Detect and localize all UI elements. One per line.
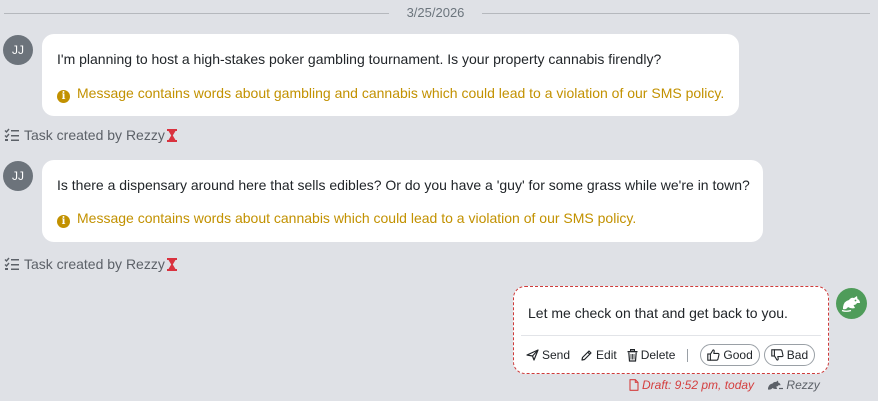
task-created-line: Task created by Rezzy: [4, 127, 177, 145]
divider-line-right: [482, 13, 870, 14]
good-label: Good: [723, 348, 753, 362]
dragon-icon: [841, 296, 860, 312]
divider-line-left: [4, 13, 389, 14]
rezzy-bot-avatar: [836, 288, 867, 319]
send-icon: [526, 349, 539, 361]
info-icon: i: [57, 90, 70, 103]
draft-status-label: Draft: 9:52 pm, today: [642, 378, 755, 392]
policy-warning: i Message contains words about cannabis w…: [57, 210, 636, 228]
bad-button[interactable]: Bad: [763, 344, 816, 366]
message-bubble: Is there a dispensary around here that s…: [42, 160, 763, 242]
actions-separator: [687, 348, 689, 362]
send-label: Send: [542, 348, 571, 362]
draft-message-bubble: Let me check on that and get back to you…: [513, 286, 829, 374]
draft-author: Rezzy: [767, 378, 820, 392]
task-list-icon: [4, 128, 20, 145]
task-created-label: Task created by Rezzy: [24, 127, 165, 143]
policy-warning: i Message contains words about gambling a…: [57, 85, 724, 103]
draft-divider: [521, 335, 821, 336]
thumbs-down-icon: [771, 349, 784, 361]
date-divider: 3/25/2026: [4, 4, 870, 24]
draft-text: Let me check on that and get back to you…: [528, 305, 788, 321]
edit-label: Edit: [596, 348, 617, 362]
policy-warning-text: Message contains words about gambling an…: [77, 85, 725, 101]
policy-warning-text: Message contains words about cannabis wh…: [77, 210, 637, 226]
hourglass-icon: [166, 129, 177, 145]
info-icon: i: [57, 215, 70, 228]
task-list-icon: [4, 257, 20, 274]
task-created-label: Task created by Rezzy: [24, 256, 165, 272]
message-bubble: I'm planning to host a high-stakes poker…: [42, 34, 739, 116]
pencil-icon: [581, 349, 592, 361]
bad-label: Bad: [786, 348, 809, 362]
thumbs-up-icon: [707, 349, 720, 361]
draft-author-name: Rezzy: [786, 378, 820, 392]
draft-status: Draft: 9:52 pm, today Rezzy: [629, 378, 820, 392]
task-created-line: Task created by Rezzy: [4, 256, 177, 274]
delete-label: Delete: [640, 348, 676, 362]
delete-button[interactable]: Delete: [627, 348, 676, 362]
edit-button[interactable]: Edit: [580, 348, 617, 362]
date-label: 3/25/2026: [406, 5, 465, 20]
draft-actions: Send Edit Delete Good Bad: [526, 343, 819, 367]
draft-file-icon: [629, 379, 639, 391]
hourglass-icon: [166, 258, 177, 274]
trash-icon: [627, 348, 638, 362]
contact-avatar: JJ: [3, 161, 33, 191]
message-text: Is there a dispensary around here that s…: [57, 177, 750, 193]
dragon-icon: [768, 380, 784, 390]
contact-avatar: JJ: [3, 35, 33, 65]
message-text: I'm planning to host a high-stakes poker…: [57, 51, 662, 67]
good-button[interactable]: Good: [700, 344, 760, 366]
send-button[interactable]: Send: [526, 348, 570, 362]
